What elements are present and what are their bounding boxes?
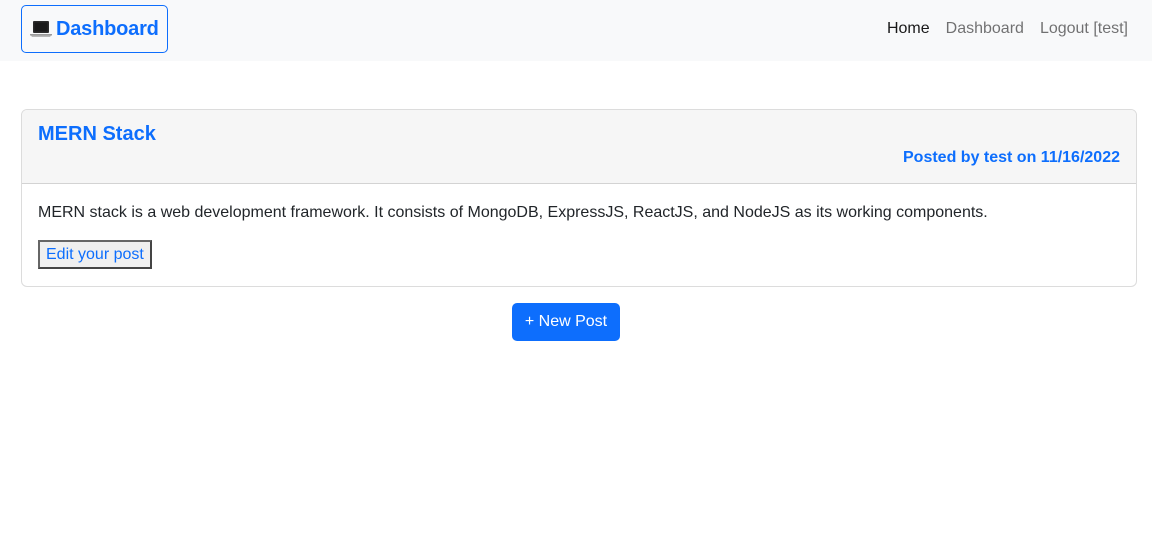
post-title[interactable]: MERN Stack [38,122,156,146]
nav-link-logout[interactable]: Logout [test] [1040,18,1128,40]
post-card: MERN Stack Posted by test on 11/16/2022 … [21,109,1137,287]
post-content: MERN stack is a web development framewor… [38,204,988,221]
post-meta: Posted by test on 11/16/2022 [903,149,1120,166]
new-post-button[interactable]: + New Post [512,303,620,341]
nav-link-home[interactable]: Home [887,18,930,40]
navbar: Dashboard Home Dashboard Logout [test] [0,0,1152,61]
post-card-header: MERN Stack Posted by test on 11/16/2022 [22,110,1136,184]
post-card-body: MERN stack is a web development framewor… [22,184,1136,286]
nav-link-dashboard[interactable]: Dashboard [946,18,1024,40]
nav-links: Home Dashboard Logout [test] [887,18,1128,40]
brand-label: Dashboard [56,17,159,40]
edit-post-button[interactable]: Edit your post [38,240,152,269]
laptop-icon [30,19,52,39]
brand-link[interactable]: Dashboard [21,5,168,53]
